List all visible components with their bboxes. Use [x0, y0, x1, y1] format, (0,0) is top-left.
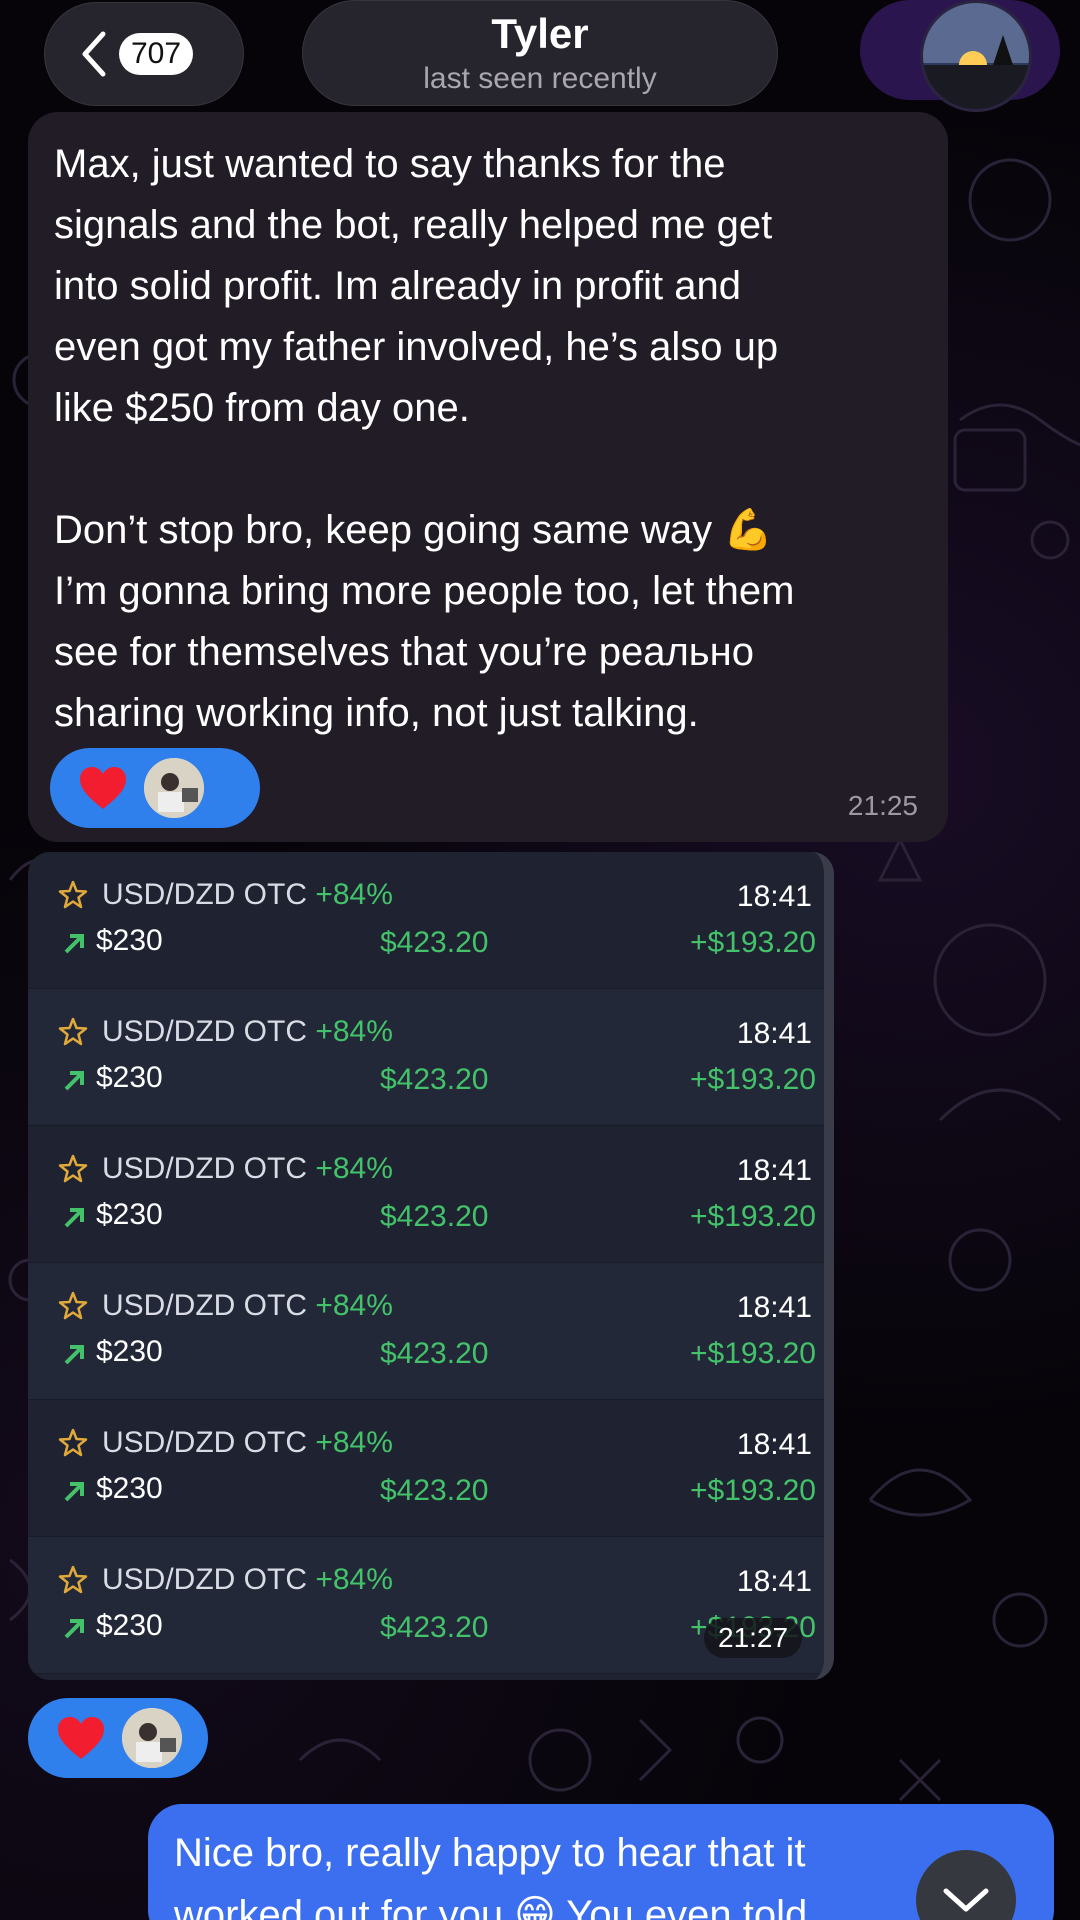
trade-row: USD/DZD OTC +84% $230 $423.20 18:41 +$193.20	[28, 1263, 824, 1400]
arrow-up-right-icon	[64, 1208, 84, 1228]
currency-pair: USD/DZD OTC +84%	[102, 1426, 393, 1459]
payout-percent: +84%	[315, 1426, 393, 1459]
trade-payout: $423.20	[380, 926, 489, 959]
payout-percent: +84%	[315, 878, 393, 911]
message-time: 21:25	[847, 790, 918, 821]
screenshot-time: 21:27	[704, 1618, 803, 1658]
reaction-chip[interactable]	[28, 1698, 208, 1778]
trade-amount: $230	[96, 1198, 163, 1231]
star-icon	[58, 1565, 88, 1594]
message-text: Max, just wanted to say thanks for the s…	[54, 142, 795, 735]
arrow-up-right-icon	[64, 1482, 84, 1502]
trade-amount: $230	[96, 1609, 163, 1642]
trade-time: 18:41	[736, 880, 812, 913]
currency-pair: USD/DZD OTC +84%	[102, 1152, 393, 1185]
trade-row: USD/DZD OTC +84%$230$423.2018:41+$193.20	[28, 1537, 824, 1674]
trade-amount: $230	[96, 1061, 163, 1094]
trade-payout: $423.20	[380, 1200, 489, 1233]
star-icon	[58, 880, 88, 909]
trade-time: 18:41	[736, 1154, 812, 1187]
contact-name: Tyler	[491, 10, 589, 57]
trade-row: USD/DZD OTC +84% $230 $423.20 18:41 +$193.20	[28, 989, 824, 1126]
trade-time: 18:41	[736, 1017, 812, 1050]
arrow-up-right-icon	[64, 1071, 84, 1091]
star-icon	[58, 1154, 88, 1183]
arrow-up-right-icon	[64, 934, 84, 954]
chat-title[interactable]: Tyler last seen recently	[302, 0, 778, 106]
trade-row: USD/DZD OTC +84% $230 $423.20 18:41 +$193.20	[28, 1126, 824, 1263]
payout-percent: +84%	[315, 1563, 393, 1596]
reactor-avatar	[144, 758, 204, 818]
trade-payout: $423.20	[380, 1474, 489, 1507]
trade-payout: $423.20	[380, 1337, 489, 1370]
heart-icon	[80, 767, 126, 809]
trade-payout: $423.20	[380, 1063, 489, 1096]
chevron-left-icon	[82, 31, 106, 77]
contact-status: last seen recently	[423, 62, 657, 95]
reactor-avatar	[122, 1708, 182, 1768]
arrow-up-right-icon	[64, 1619, 84, 1639]
currency-pair: USD/DZD OTC +84%	[102, 878, 393, 911]
arrow-up-right-icon	[64, 1345, 84, 1365]
star-icon	[58, 1291, 88, 1320]
trade-row: USD/DZD OTC +84% $230 $423.20 18:41 +$193.20	[28, 1400, 824, 1537]
trade-amount: $230	[96, 1472, 163, 1505]
chevron-down-icon	[943, 1888, 989, 1912]
unread-count-badge: 707	[119, 33, 194, 75]
trade-profit: +$193.20	[690, 1200, 816, 1233]
contact-avatar[interactable]	[920, 0, 1032, 112]
reaction-chip[interactable]	[50, 748, 260, 828]
payout-percent: +84%	[315, 1015, 393, 1048]
trade-profit: +$193.20	[690, 1474, 816, 1507]
trade-row: USD/DZD OTC +84% $230 $423.20 18:41 +$193.20	[28, 852, 824, 989]
trade-time: 18:41	[736, 1291, 812, 1324]
trade-profit: +$193.20	[690, 1337, 816, 1370]
star-icon	[58, 1428, 88, 1457]
currency-pair: USD/DZD OTC +84%	[102, 1015, 393, 1048]
trade-time: 18:41	[736, 1428, 812, 1461]
currency-pair: USD/DZD OTC +84%	[102, 1563, 393, 1596]
incoming-message[interactable]: Max, just wanted to say thanks for the s…	[28, 112, 948, 842]
currency-pair: USD/DZD OTC +84%	[102, 1289, 393, 1322]
heart-icon	[58, 1717, 104, 1759]
trade-payout: $423.20	[380, 1611, 489, 1644]
trade-amount: $230	[96, 1335, 163, 1368]
payout-percent: +84%	[315, 1152, 393, 1185]
trade-profit: +$193.20	[690, 926, 816, 959]
back-button[interactable]: 707	[44, 2, 244, 106]
trade-time: 18:41	[736, 1565, 812, 1598]
star-icon	[58, 1017, 88, 1046]
trade-amount: $230	[96, 924, 163, 957]
trade-profit: +$193.20	[690, 1063, 816, 1096]
payout-percent: +84%	[315, 1289, 393, 1322]
trade-screenshot[interactable]: USD/DZD OTC +84% $230 $423.20 18:41 +$193.20…	[28, 852, 834, 1680]
